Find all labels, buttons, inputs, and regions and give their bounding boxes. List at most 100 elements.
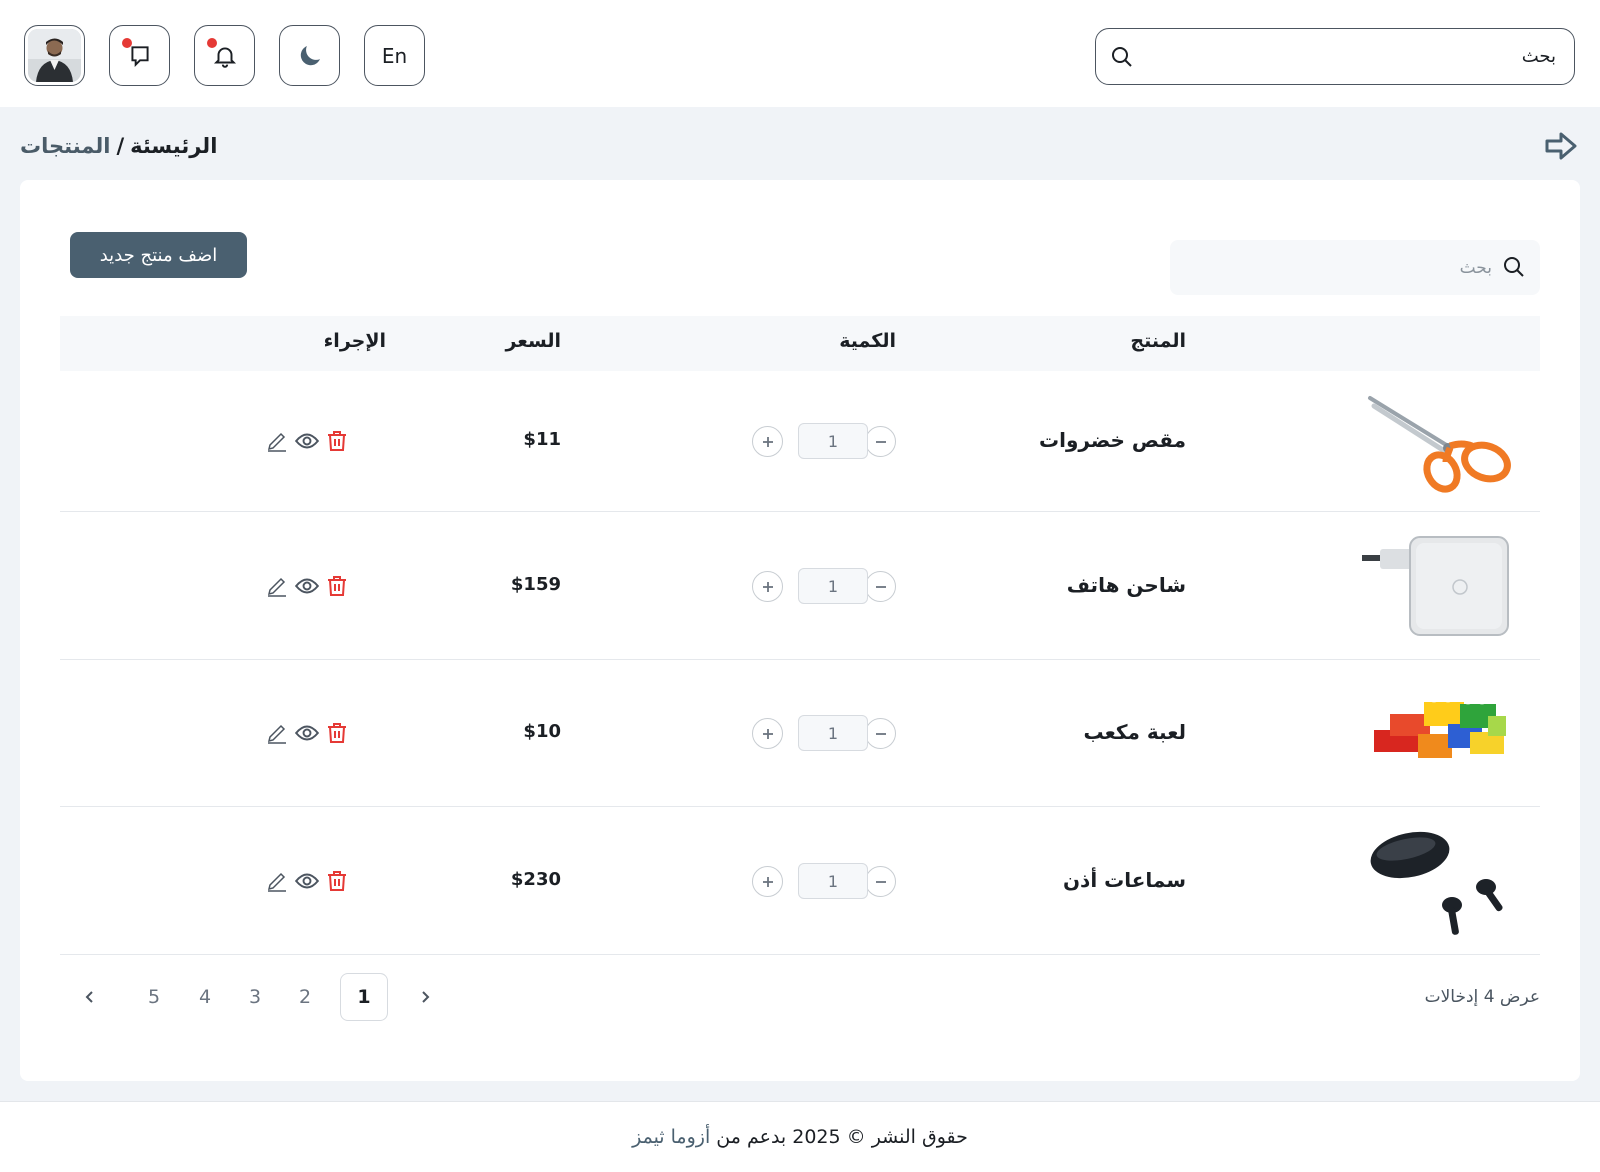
plus-icon xyxy=(762,436,773,447)
entries-info: عرض 4 إدخالات xyxy=(1424,987,1540,1007)
trash-icon xyxy=(328,871,346,891)
table-row: سماعات أذن $230 xyxy=(60,807,1540,955)
plus-icon xyxy=(762,876,773,887)
table-search-input[interactable] xyxy=(1192,254,1492,282)
quantity-input[interactable] xyxy=(798,568,868,604)
table-row: شاحن هاتف $159 xyxy=(60,512,1540,660)
language-button[interactable]: En xyxy=(364,25,425,86)
pencil-icon xyxy=(267,872,286,892)
minus-icon xyxy=(875,732,886,735)
delete-button[interactable] xyxy=(324,720,350,746)
eye-icon xyxy=(294,578,320,594)
eye-icon xyxy=(294,433,320,449)
minus-icon xyxy=(875,585,886,588)
product-image-charger xyxy=(1360,522,1520,650)
column-header-quantity: الكمية xyxy=(839,330,896,352)
view-button[interactable] xyxy=(294,573,320,599)
view-button[interactable] xyxy=(294,868,320,894)
edit-button[interactable] xyxy=(264,428,290,454)
table-row: مقص خضروات $11 xyxy=(60,371,1540,512)
pencil-icon xyxy=(267,577,286,597)
chevron-right-icon xyxy=(422,991,430,1003)
minus-icon xyxy=(875,440,886,443)
product-price: $230 xyxy=(510,869,561,890)
trash-icon xyxy=(328,431,346,451)
language-label: En xyxy=(381,43,408,68)
quantity-input[interactable] xyxy=(798,715,868,751)
product-price: $159 xyxy=(510,574,561,595)
product-name: مقص خضروات xyxy=(1039,428,1186,452)
table-row: لعبة مكعب $10 xyxy=(60,660,1540,807)
theme-toggle-button[interactable] xyxy=(279,25,340,86)
product-image-scissors xyxy=(1360,381,1520,501)
breadcrumb: الرئيسئة / المنتجات xyxy=(20,128,217,164)
moon-icon xyxy=(300,45,320,65)
quantity-increment-button[interactable] xyxy=(752,571,783,602)
pagination-next-button[interactable] xyxy=(401,973,449,1021)
pagination-page-1[interactable]: 1 xyxy=(340,973,388,1021)
global-search[interactable] xyxy=(1095,28,1575,85)
pencil-icon xyxy=(267,432,286,452)
table-header: المنتج الكمية السعر الإجراء xyxy=(60,316,1540,371)
footer-link[interactable]: أزوما ثيمز xyxy=(632,1126,710,1148)
copyright-text: حقوق النشر © 2025 بدعم من xyxy=(716,1126,968,1148)
breadcrumb-current: المنتجات xyxy=(20,134,111,158)
breadcrumb-home[interactable]: الرئيسئة xyxy=(130,134,217,158)
column-header-product: المنتج xyxy=(1130,330,1186,352)
quantity-input[interactable] xyxy=(798,863,868,899)
add-product-button[interactable]: اضف منتج جديد xyxy=(70,232,247,278)
pagination-page-4[interactable]: 4 xyxy=(181,973,229,1021)
quantity-input[interactable] xyxy=(798,423,868,459)
pagination-page-3[interactable]: 3 xyxy=(231,973,279,1021)
row-actions xyxy=(264,572,364,600)
notifications-button[interactable] xyxy=(194,25,255,86)
column-header-price: السعر xyxy=(505,330,561,352)
notification-dot xyxy=(207,38,217,48)
top-header: En xyxy=(0,0,1600,107)
edit-button[interactable] xyxy=(264,720,290,746)
eye-icon xyxy=(294,873,320,889)
user-menu-button[interactable] xyxy=(24,25,85,86)
delete-button[interactable] xyxy=(324,428,350,454)
delete-button[interactable] xyxy=(324,868,350,894)
eye-icon xyxy=(294,725,320,741)
footer: حقوق النشر © 2025 بدعم من أزوما ثيمز xyxy=(0,1101,1600,1172)
product-name: لعبة مكعب xyxy=(1083,720,1186,744)
global-search-input[interactable] xyxy=(1136,41,1556,71)
pencil-icon xyxy=(267,724,286,744)
column-header-action: الإجراء xyxy=(323,330,386,352)
product-price: $10 xyxy=(523,721,561,742)
view-button[interactable] xyxy=(294,428,320,454)
quantity-decrement-button[interactable] xyxy=(865,866,896,897)
quantity-decrement-button[interactable] xyxy=(865,426,896,457)
message-dot xyxy=(122,38,132,48)
messages-button[interactable] xyxy=(109,25,170,86)
edit-button[interactable] xyxy=(264,573,290,599)
product-name: شاحن هاتف xyxy=(1066,573,1186,597)
plus-icon xyxy=(762,728,773,739)
view-button[interactable] xyxy=(294,720,320,746)
plus-icon xyxy=(762,581,773,592)
product-name: سماعات أذن xyxy=(1062,868,1186,892)
back-arrow-icon[interactable] xyxy=(1544,128,1580,164)
product-price: $11 xyxy=(523,429,561,450)
table-search[interactable] xyxy=(1170,240,1540,295)
row-actions xyxy=(264,719,364,747)
quantity-increment-button[interactable] xyxy=(752,718,783,749)
minus-icon xyxy=(875,880,886,883)
quantity-increment-button[interactable] xyxy=(752,866,783,897)
row-actions xyxy=(264,427,364,455)
pagination-page-2[interactable]: 2 xyxy=(281,973,329,1021)
delete-button[interactable] xyxy=(324,573,350,599)
edit-button[interactable] xyxy=(264,868,290,894)
quantity-decrement-button[interactable] xyxy=(865,718,896,749)
pagination-page-5[interactable]: 5 xyxy=(130,973,178,1021)
trash-icon xyxy=(328,723,346,743)
search-icon xyxy=(1504,257,1524,277)
chevron-left-icon xyxy=(85,991,93,1003)
breadcrumb-separator: / xyxy=(116,134,125,158)
quantity-increment-button[interactable] xyxy=(752,426,783,457)
avatar xyxy=(28,29,81,82)
pagination-prev-button[interactable] xyxy=(66,973,114,1021)
quantity-decrement-button[interactable] xyxy=(865,571,896,602)
